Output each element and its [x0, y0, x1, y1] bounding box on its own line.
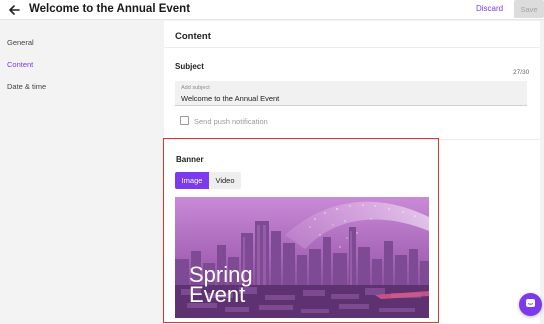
subject-char-counter: 27/30 — [513, 69, 530, 76]
banner-label: Banner — [176, 155, 204, 164]
subject-label: Subject — [175, 62, 204, 71]
save-button[interactable]: Save — [514, 0, 544, 18]
sidebar-item-general[interactable]: General — [7, 38, 34, 47]
subject-field-placeholder: Add subject — [181, 85, 210, 91]
sidebar-item-date-time[interactable]: Date & time — [7, 82, 46, 91]
push-notification-label: Send push notification — [194, 117, 268, 126]
banner-image[interactable]: Spring Event — [175, 197, 429, 318]
page-title: Welcome to the Annual Event — [29, 3, 191, 15]
discard-button[interactable]: Discard — [476, 4, 503, 13]
tab-video[interactable]: Video — [209, 172, 241, 189]
banner-section: Banner Image Video Spring Event — [163, 138, 439, 323]
tab-image[interactable]: Image — [175, 172, 209, 189]
content-header: Content — [164, 21, 540, 48]
back-arrow-icon[interactable] — [6, 2, 22, 18]
subject-field[interactable]: Add subject — [175, 81, 527, 106]
banner-media-toggle: Image Video — [175, 172, 241, 189]
sidebar: General Content Date & time — [0, 21, 160, 324]
push-notification-checkbox[interactable] — [180, 116, 189, 125]
subject-input[interactable] — [181, 94, 511, 103]
chat-icon — [525, 296, 536, 314]
chat-button[interactable] — [519, 293, 542, 316]
banner-text-line2: Event — [189, 282, 245, 307]
top-bar: Welcome to the Annual Event Discard Save — [0, 0, 544, 20]
sidebar-item-content[interactable]: Content — [7, 60, 33, 69]
content-title: Content — [175, 31, 211, 42]
